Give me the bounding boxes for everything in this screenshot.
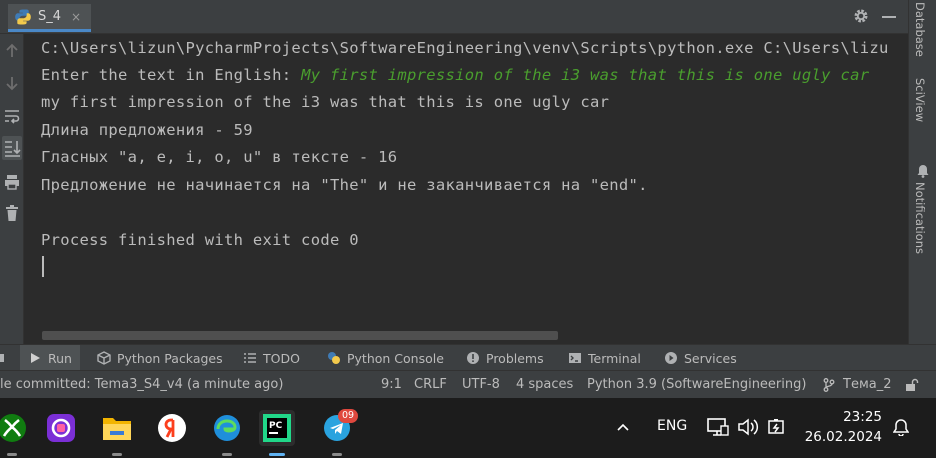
- unread-badge: 09: [338, 409, 358, 423]
- git-branch[interactable]: Тема_2: [843, 377, 891, 392]
- clock-time: 23:25: [843, 409, 882, 425]
- prompt-text: Enter the text in English:: [41, 66, 302, 84]
- text-caret: [42, 256, 44, 277]
- console-line-command: C:\Users\lizun\PycharmProjects\SoftwareE…: [41, 39, 889, 57]
- tool-tab-services[interactable]: Services: [664, 345, 737, 371]
- taskbar-app-xbox[interactable]: [0, 410, 30, 456]
- input-language[interactable]: ENG: [657, 418, 687, 434]
- line-separator[interactable]: CRLF: [414, 377, 447, 392]
- tool-tab-problems-label: Problems: [486, 350, 544, 366]
- tool-window-bar: Run Python Packages TODO Python Console …: [0, 344, 936, 371]
- tool-tab-terminal-label: Terminal: [588, 350, 641, 366]
- running-indicator: [332, 453, 342, 456]
- edge-icon: [214, 415, 240, 441]
- running-indicator: [7, 453, 17, 456]
- taskbar-app-file-explorer[interactable]: [99, 410, 135, 456]
- chevron-up-icon[interactable]: [616, 420, 630, 434]
- console-line-output: my first impression of the i3 was that t…: [41, 93, 610, 111]
- running-indicator: [269, 453, 285, 456]
- console-line-exit: Process finished with exit code 0: [41, 231, 359, 249]
- sciview-tool-button[interactable]: SciView: [913, 78, 927, 122]
- taskbar-app-windsurf[interactable]: [43, 410, 79, 446]
- running-indicator: [222, 453, 232, 456]
- packages-icon: [97, 351, 111, 365]
- volume-icon[interactable]: [737, 418, 759, 436]
- notifications-tool-button[interactable]: Notifications: [913, 182, 927, 254]
- svg-text:PC: PC: [269, 421, 283, 431]
- list-icon: [244, 353, 256, 363]
- tool-tab-todo[interactable]: TODO: [243, 345, 300, 371]
- soft-wrap-icon[interactable]: [3, 107, 21, 125]
- xbox-icon: [0, 414, 26, 442]
- app-icon-purple: [47, 414, 75, 442]
- tool-tab-terminal[interactable]: Terminal: [568, 345, 641, 371]
- tool-tab-cut-off: [0, 345, 12, 371]
- run-tab-label: S_4: [38, 9, 62, 24]
- tool-tab-run[interactable]: Run: [20, 345, 80, 371]
- arrow-down-icon[interactable]: [3, 74, 21, 92]
- tool-tab-python-console-label: Python Console: [347, 350, 444, 366]
- taskbar-app-edge[interactable]: [209, 410, 245, 456]
- folder-icon: [103, 418, 131, 440]
- windows-taskbar: PC 09 ENG 23:25 26.02.2024: [0, 398, 936, 458]
- status-message[interactable]: le committed: Tema3_S4_v4 (a minute ago): [0, 377, 283, 392]
- tool-tab-python-packages[interactable]: Python Packages: [97, 345, 223, 371]
- python-interpreter[interactable]: Python 3.9 (SoftwareEngineering): [587, 377, 806, 392]
- console-line-check: Предложение не начинается на "The" и не …: [41, 176, 648, 194]
- console-left-toolbar: [0, 34, 24, 344]
- python-console-icon: [328, 352, 340, 364]
- scroll-to-end-icon: [5, 141, 21, 157]
- gear-icon[interactable]: [852, 7, 870, 25]
- taskbar-app-yandex-browser[interactable]: [154, 410, 190, 446]
- console-line-length: Длина предложения - 59: [41, 121, 253, 139]
- services-icon: [665, 352, 677, 364]
- tool-tab-python-console[interactable]: Python Console: [327, 345, 444, 371]
- notification-bell-icon[interactable]: [893, 418, 909, 436]
- run-console[interactable]: C:\Users\lizun\PycharmProjects\SoftwareE…: [24, 34, 908, 344]
- play-icon: [31, 353, 40, 363]
- close-icon[interactable]: ×: [71, 10, 81, 24]
- horizontal-scrollbar[interactable]: [42, 331, 558, 340]
- caret-position[interactable]: 9:1: [381, 377, 402, 392]
- minimize-icon[interactable]: [882, 16, 896, 18]
- terminal-icon: [569, 353, 581, 363]
- taskbar-app-telegram[interactable]: 09: [319, 409, 358, 456]
- yandex-icon: [158, 414, 186, 442]
- tool-tab-services-label: Services: [684, 350, 737, 366]
- arrow-up-icon[interactable]: [3, 42, 21, 60]
- status-bar: le committed: Tema3_S4_v4 (a minute ago)…: [0, 370, 936, 398]
- bell-icon: [917, 165, 929, 178]
- lock-open-icon[interactable]: [905, 378, 919, 392]
- tool-tab-python-packages-label: Python Packages: [117, 350, 223, 366]
- battery-charging-icon[interactable]: [766, 417, 788, 437]
- git-branch-icon: [823, 378, 835, 392]
- pycharm-icon: PC: [263, 414, 291, 442]
- file-encoding[interactable]: UTF-8: [462, 377, 500, 392]
- problems-icon: [467, 352, 479, 364]
- print-icon[interactable]: [3, 173, 21, 191]
- system-clock[interactable]: 23:25 26.02.2024: [805, 407, 882, 447]
- display-icon[interactable]: [707, 417, 729, 437]
- clock-date: 26.02.2024: [804, 429, 882, 445]
- scroll-to-end-toggle[interactable]: [2, 136, 22, 160]
- console-line-vowels: Гласных "a, e, i, o, u" в тексте - 16: [41, 148, 398, 166]
- tool-tab-problems[interactable]: Problems: [466, 345, 544, 371]
- debug-icon: [0, 354, 4, 362]
- tool-tab-run-label: Run: [48, 350, 72, 366]
- user-input-text: My first impression of the i3 was that t…: [301, 66, 870, 84]
- run-tab-s4[interactable]: S_4 ×: [8, 4, 92, 32]
- tool-tab-todo-label: TODO: [263, 350, 300, 366]
- running-indicator: [112, 453, 122, 456]
- right-tool-strip: Database SciView Notifications: [908, 0, 936, 370]
- trash-icon[interactable]: [3, 204, 21, 222]
- taskbar-app-pycharm[interactable]: PC: [259, 410, 295, 456]
- python-icon: [15, 9, 31, 24]
- run-tab-bar: S_4 ×: [0, 0, 908, 34]
- console-line-prompt: Enter the text in English: My first impr…: [41, 66, 869, 84]
- database-tool-button[interactable]: Database: [913, 2, 927, 57]
- indent-setting[interactable]: 4 spaces: [516, 377, 573, 392]
